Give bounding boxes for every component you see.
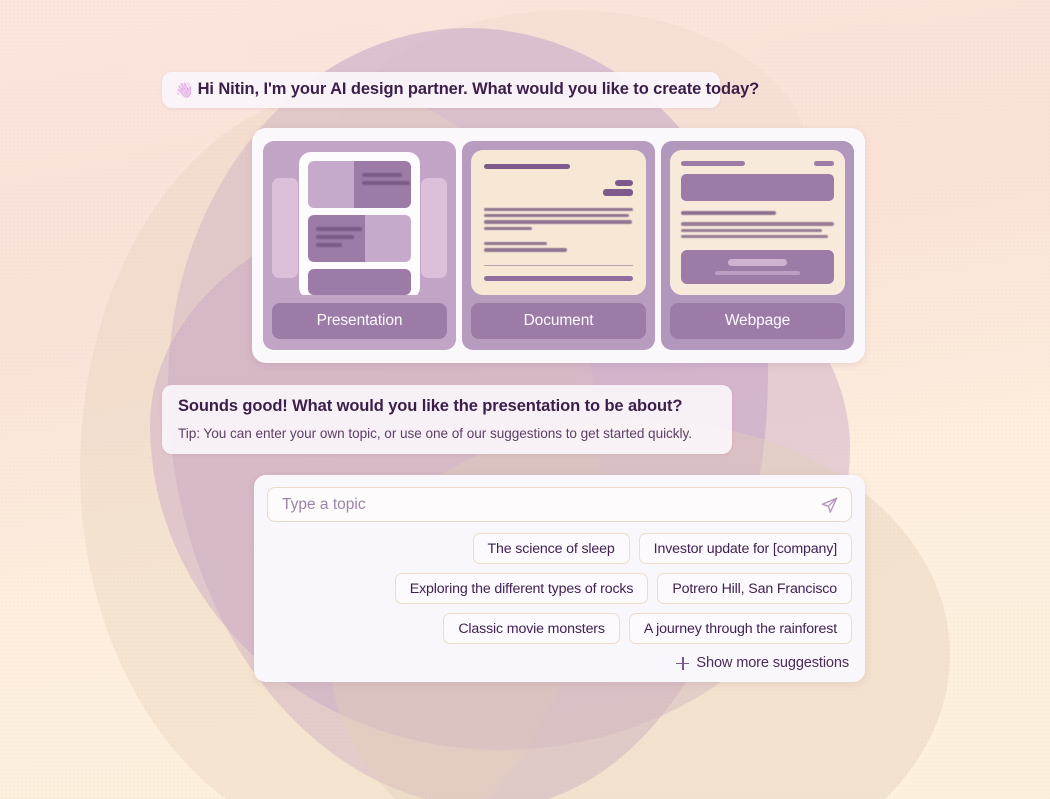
- webpage-cta-section: [681, 250, 834, 284]
- presentation-slide-1: [308, 161, 411, 208]
- show-more-suggestions-label: Show more suggestions: [696, 655, 849, 671]
- blur-line: [362, 173, 403, 177]
- presentation-slide-frame: [299, 152, 420, 295]
- blur-line: [316, 235, 354, 239]
- presentation-side-panel-right: [421, 178, 447, 278]
- suggestion-chip[interactable]: Potrero Hill, San Francisco: [657, 573, 852, 604]
- greeting-text-row: 👋 Hi Nitin, I'm your AI design partner. W…: [175, 80, 759, 99]
- slide-blur-text: [316, 227, 362, 247]
- doc-line: [484, 242, 547, 246]
- prompt-title: Sounds good! What would you like the pre…: [178, 397, 683, 415]
- greeting-message-bubble: 👋 Hi Nitin, I'm your AI design partner. W…: [162, 72, 759, 108]
- slide-text-block: [308, 215, 365, 262]
- webpage-body-lines: [681, 222, 834, 238]
- blur-line: [316, 227, 362, 231]
- suggestion-chip[interactable]: Classic movie monsters: [443, 613, 620, 644]
- show-more-suggestions-button[interactable]: Show more suggestions: [267, 655, 852, 671]
- format-card-presentation[interactable]: Presentation: [263, 141, 456, 350]
- webpage-nav-bar: [681, 161, 834, 166]
- presentation-preview: [272, 150, 447, 295]
- suggestion-chip[interactable]: A journey through the rainforest: [628, 613, 852, 644]
- suggestion-chip[interactable]: The science of sleep: [472, 533, 630, 564]
- webpage-cta-button-block: [728, 259, 787, 266]
- document-footer-pill: [484, 275, 633, 281]
- format-card-label-document[interactable]: Document: [471, 303, 646, 339]
- webpage-preview: [670, 150, 845, 295]
- doc-line: [484, 248, 568, 252]
- suggestion-chip[interactable]: Investor update for [company]: [638, 533, 852, 564]
- format-card-label-presentation[interactable]: Presentation: [272, 303, 447, 339]
- document-paragraph-1: [484, 207, 633, 231]
- webpage-logo-block: [681, 161, 746, 166]
- suggestion-chip-rows: The science of sleep Investor update for…: [267, 533, 852, 644]
- document-preview: [471, 150, 646, 295]
- web-line: [681, 228, 822, 232]
- slide-image-block: [308, 161, 355, 208]
- suggestion-chip[interactable]: Exploring the different types of rocks: [394, 573, 649, 604]
- webpage-heading-line: [681, 211, 776, 216]
- webpage-cta-subtext-block: [715, 271, 800, 275]
- blur-line: [316, 243, 342, 247]
- document-meta-pills: [484, 179, 633, 196]
- suggestion-row: The science of sleep Investor update for…: [267, 533, 852, 564]
- app-stage: 👋 Hi Nitin, I'm your AI design partner. W…: [0, 0, 1050, 799]
- format-card-document[interactable]: Document: [462, 141, 655, 350]
- send-paper-plane-icon[interactable]: [820, 495, 839, 514]
- topic-input[interactable]: [282, 495, 811, 514]
- suggestion-row: Classic movie monsters A journey through…: [267, 613, 852, 644]
- document-meta-pill: [615, 179, 633, 186]
- format-chooser-panel: Presentation Document Webpage: [252, 128, 865, 363]
- prompt-message-bubble: Sounds good! What would you like the pre…: [162, 385, 732, 454]
- slide-text-block: [354, 161, 411, 208]
- presentation-slide-2: [308, 215, 411, 262]
- webpage-menu-block: [814, 161, 834, 166]
- plus-icon: [676, 656, 690, 670]
- prompt-tip: Tip: You can enter your own topic, or us…: [178, 426, 692, 441]
- greeting-label: Hi Nitin, I'm your AI design partner. Wh…: [197, 80, 760, 98]
- document-paragraph-2: [484, 242, 633, 252]
- doc-line: [484, 220, 632, 224]
- doc-line: [484, 226, 532, 231]
- suggestion-row: Exploring the different types of rocks P…: [267, 573, 852, 604]
- web-line: [681, 222, 834, 226]
- presentation-slide-3: [308, 269, 411, 295]
- document-title-pill: [484, 164, 571, 169]
- web-line: [681, 234, 828, 238]
- document-meta-pill: [603, 188, 633, 196]
- presentation-side-panel-left: [272, 178, 298, 278]
- slide-blur-text: [362, 173, 411, 185]
- waving-hand-icon: 👋: [175, 82, 194, 99]
- format-card-webpage[interactable]: Webpage: [661, 141, 854, 350]
- format-card-label-webpage[interactable]: Webpage: [670, 303, 845, 339]
- doc-line: [484, 213, 629, 218]
- slide-image-block: [364, 215, 411, 262]
- document-divider: [484, 264, 633, 266]
- blur-line: [362, 181, 411, 185]
- webpage-hero-block: [681, 174, 834, 202]
- topic-input-container[interactable]: [267, 487, 852, 522]
- doc-line: [484, 207, 633, 211]
- topic-input-panel: The science of sleep Investor update for…: [254, 475, 865, 682]
